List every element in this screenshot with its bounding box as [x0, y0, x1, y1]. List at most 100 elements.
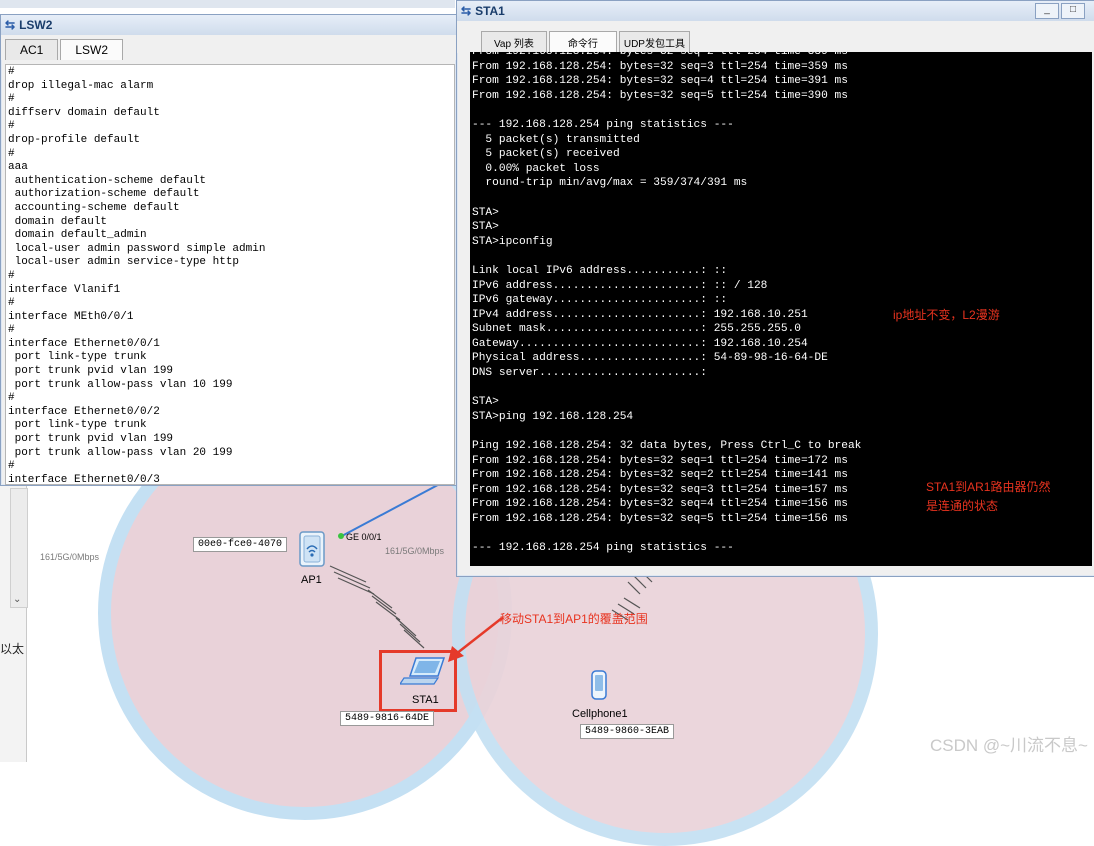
chevron-down-icon[interactable]: ⌄ — [13, 594, 21, 605]
console-line: port link-type trunk — [8, 419, 147, 432]
console-line: From 192.168.128.254: bytes=32 seq=5 ttl… — [472, 513, 848, 525]
sta1-window[interactable]: ⇆ STA1 _ □ Vap 列表 命令行 UDP发包工具 From 192.1… — [456, 0, 1094, 577]
sta1-mac-label: 5489-9816-64DE — [340, 711, 435, 726]
console-line: # — [8, 93, 15, 106]
cellphone1-mac-label: 5489-9860-3EAB — [580, 724, 675, 739]
ap1-port-label: GE 0/0/1 — [346, 532, 382, 542]
band-label-left: 161/5G/0Mbps — [40, 552, 100, 562]
watermark: CSDN @~川流不息~ — [929, 736, 1088, 755]
console-line: drop illegal-mac alarm — [8, 79, 154, 92]
console-line: authentication-scheme default — [8, 174, 207, 187]
console-line: domain default_admin — [8, 229, 147, 242]
band-label-right: 161/5G/0Mbps — [385, 546, 445, 556]
console-line: # — [8, 460, 15, 473]
console-line: Gateway...........................: 192.… — [472, 337, 808, 350]
console-line: STA> — [472, 221, 499, 234]
lsw2-title: LSW2 — [19, 18, 53, 32]
console-line: diffserv domain default — [8, 106, 160, 119]
station-icon: ⇆ — [461, 4, 472, 18]
console-line: STA>ping 192.168.128.254 — [472, 410, 634, 423]
tab-udp-tool[interactable]: UDP发包工具 — [618, 31, 690, 53]
console-line: round-trip min/avg/max = 359/374/391 ms — [472, 177, 748, 190]
ip-annotation: ip地址不变，L2漫游 — [893, 308, 1000, 322]
sta1-tabs: Vap 列表 命令行 UDP发包工具 — [457, 21, 1094, 53]
console-line: --- 192.168.128.254 ping statistics --- — [472, 542, 734, 555]
console-line: port link-type trunk — [8, 351, 147, 364]
console-line: authorization-scheme default — [8, 188, 200, 201]
sta1-device[interactable] — [398, 656, 446, 686]
console-line: From 192.168.128.254: bytes=32 seq=4 ttl… — [472, 75, 848, 88]
console-line: 5 packet(s) received — [472, 148, 620, 161]
console-line: interface Vlanif1 — [8, 283, 121, 296]
console-line: local-user admin service-type http — [8, 256, 240, 269]
console-line: interface Ethernet0/0/2 — [8, 405, 160, 418]
console-line: # — [8, 66, 15, 78]
console-line: interface Ethernet0/0/3 — [8, 473, 160, 485]
console-line: drop-profile default — [8, 133, 141, 146]
console-line: From 192.168.128.254: bytes=32 seq=2 ttl… — [472, 52, 848, 58]
tab-lsw2[interactable]: LSW2 — [60, 39, 124, 60]
maximize-button[interactable]: □ — [1061, 3, 1085, 19]
annotation-arrow-icon — [448, 617, 503, 662]
main-toolbar — [0, 0, 455, 8]
ap1-mac-label: 00e0-fce0-4070 — [193, 537, 288, 552]
minimize-button[interactable]: _ — [1035, 3, 1059, 19]
console-line: # — [8, 269, 15, 282]
console-line: From 192.168.128.254: bytes=32 seq=1 ttl… — [472, 454, 848, 467]
console-line: --- 192.168.128.254 ping statistics --- — [472, 118, 734, 131]
tab-vap-list[interactable]: Vap 列表 — [481, 31, 547, 53]
console-line: Ping 192.168.128.254: 32 data bytes, Pre… — [472, 440, 862, 453]
console-line: STA> — [472, 206, 499, 219]
console-line: port trunk allow-pass vlan 10 199 — [8, 378, 233, 391]
move-annotation: 移动STA1到AP1的覆盖范围 — [500, 612, 648, 626]
console-line: STA>ipconfig — [472, 235, 553, 248]
port-status-dot — [338, 533, 344, 539]
console-line: interface MEth0/0/1 — [8, 310, 134, 323]
console-line: interface Ethernet0/0/1 — [8, 337, 160, 350]
console-line: Physical address..................: 54-8… — [472, 352, 828, 365]
console-line: # — [8, 120, 15, 133]
console-line: # — [8, 147, 15, 160]
lsw2-titlebar[interactable]: ⇆ LSW2 — [1, 15, 456, 35]
console-line: accounting-scheme default — [8, 201, 180, 214]
ap1-signal-waves-icon — [329, 565, 425, 649]
console-line: STA> — [472, 396, 499, 409]
console-line: # — [8, 324, 15, 337]
switch-icon: ⇆ — [5, 18, 16, 32]
console-line: port trunk allow-pass vlan 20 199 — [8, 446, 233, 459]
console-line: From 192.168.128.254: bytes=32 seq=4 ttl… — [472, 498, 848, 511]
cellphone-icon — [591, 670, 607, 700]
laptop-icon — [398, 657, 446, 685]
tab-ac1[interactable]: AC1 — [5, 39, 59, 60]
console-line: port trunk pvid vlan 199 — [8, 365, 174, 378]
console-line: local-user admin password simple admin — [8, 242, 266, 255]
cellphone1-device[interactable] — [588, 670, 610, 702]
reach-annotation-line2: 是连通的状态 — [926, 499, 999, 513]
console-line: IPv6 address......................: :: /… — [472, 279, 768, 292]
sta1-titlebar[interactable]: ⇆ STA1 — [457, 1, 1094, 21]
left-panel-label: 以太 — [0, 642, 25, 656]
console-line: port trunk pvid vlan 199 — [8, 433, 174, 446]
cellphone1-name: Cellphone1 — [572, 708, 628, 720]
lsw2-window[interactable]: ⇆ LSW2 AC1 LSW2 # drop illegal-mac alarm #… — [0, 14, 457, 486]
lsw2-tabs: AC1 LSW2 — [1, 35, 456, 60]
console-line: 0.00% packet loss — [472, 162, 600, 175]
console-line: # — [8, 297, 15, 310]
console-line: 5 packet(s) transmitted — [472, 133, 640, 146]
reach-annotation-line1: STA1到AR1路由器仍然 — [926, 480, 1051, 494]
left-panel-scrollbar[interactable]: ⌄ — [10, 488, 28, 608]
console-line: DNS server........................: — [472, 367, 707, 380]
sta1-name: STA1 — [412, 694, 439, 706]
console-line: domain default — [8, 215, 108, 228]
console-line: From 192.168.128.254: bytes=32 seq=3 ttl… — [472, 60, 848, 73]
tab-command-line[interactable]: 命令行 — [548, 31, 617, 53]
console-line: From 192.168.128.254: bytes=32 seq=5 ttl… — [472, 89, 848, 102]
lsw2-console[interactable]: # drop illegal-mac alarm # diffserv domain … — [5, 64, 455, 485]
ap1-name: AP1 — [301, 574, 322, 586]
console-line: Link local IPv6 address...........: :: — [472, 264, 728, 277]
